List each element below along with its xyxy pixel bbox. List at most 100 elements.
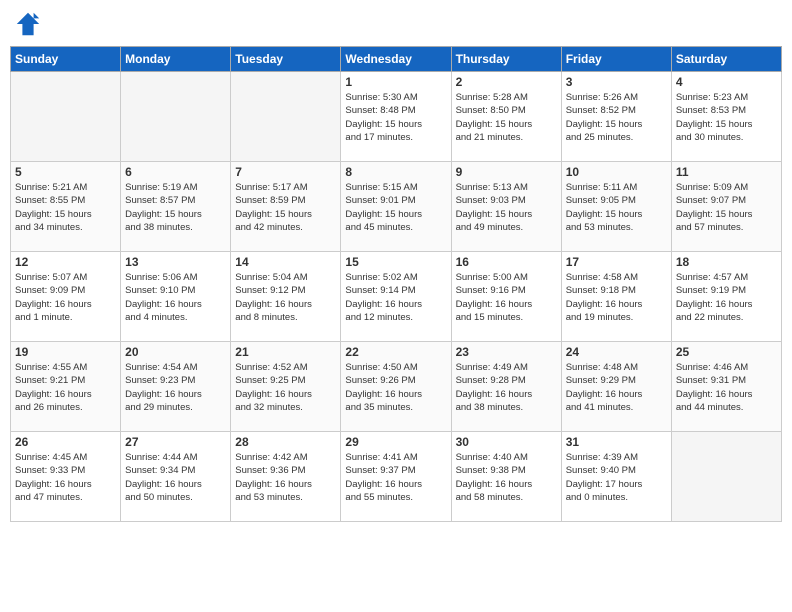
day-info: Sunrise: 5:09 AM Sunset: 9:07 PM Dayligh… xyxy=(676,181,777,234)
day-info: Sunrise: 5:06 AM Sunset: 9:10 PM Dayligh… xyxy=(125,271,226,324)
day-number: 1 xyxy=(345,75,446,89)
calendar-cell xyxy=(121,72,231,162)
calendar-cell: 21Sunrise: 4:52 AM Sunset: 9:25 PM Dayli… xyxy=(231,342,341,432)
day-info: Sunrise: 4:40 AM Sunset: 9:38 PM Dayligh… xyxy=(456,451,557,504)
day-info: Sunrise: 4:52 AM Sunset: 9:25 PM Dayligh… xyxy=(235,361,336,414)
logo-icon xyxy=(14,10,42,38)
day-info: Sunrise: 5:02 AM Sunset: 9:14 PM Dayligh… xyxy=(345,271,446,324)
day-number: 11 xyxy=(676,165,777,179)
day-header-tuesday: Tuesday xyxy=(231,47,341,72)
day-number: 13 xyxy=(125,255,226,269)
calendar-cell: 3Sunrise: 5:26 AM Sunset: 8:52 PM Daylig… xyxy=(561,72,671,162)
calendar-cell: 8 Sunrise: 5:15 AM Sunset: 9:01 PM Daylig… xyxy=(341,162,451,252)
page-header xyxy=(10,10,782,38)
calendar-cell: 30Sunrise: 4:40 AM Sunset: 9:38 PM Dayli… xyxy=(451,432,561,522)
day-number: 29 xyxy=(345,435,446,449)
day-info: Sunrise: 4:55 AM Sunset: 9:21 PM Dayligh… xyxy=(15,361,116,414)
day-number: 5 xyxy=(15,165,116,179)
calendar-cell: 6Sunrise: 5:19 AM Sunset: 8:57 PM Daylig… xyxy=(121,162,231,252)
day-header-thursday: Thursday xyxy=(451,47,561,72)
day-number: 19 xyxy=(15,345,116,359)
calendar-cell: 25 Sunrise: 4:46 AM Sunset: 9:31 PM Dayli… xyxy=(671,342,781,432)
day-number: 23 xyxy=(456,345,557,359)
day-number: 10 xyxy=(566,165,667,179)
day-info: Sunrise: 5:23 AM Sunset: 8:53 PM Dayligh… xyxy=(676,91,777,144)
day-number: 16 xyxy=(456,255,557,269)
day-info: Sunrise: 4:45 AM Sunset: 9:33 PM Dayligh… xyxy=(15,451,116,504)
day-number: 2 xyxy=(456,75,557,89)
calendar-cell: 31 Sunrise: 4:39 AM Sunset: 9:40 PM Dayli… xyxy=(561,432,671,522)
day-number: 20 xyxy=(125,345,226,359)
calendar-table: SundayMondayTuesdayWednesdayThursdayFrid… xyxy=(10,46,782,522)
day-info: Sunrise: 5:11 AM Sunset: 9:05 PM Dayligh… xyxy=(566,181,667,234)
day-number: 24 xyxy=(566,345,667,359)
day-header-friday: Friday xyxy=(561,47,671,72)
calendar-cell: 19 Sunrise: 4:55 AM Sunset: 9:21 PM Dayli… xyxy=(11,342,121,432)
calendar-cell: 13 Sunrise: 5:06 AM Sunset: 9:10 PM Dayli… xyxy=(121,252,231,342)
calendar-cell: 15 Sunrise: 5:02 AM Sunset: 9:14 PM Dayli… xyxy=(341,252,451,342)
day-number: 9 xyxy=(456,165,557,179)
day-number: 12 xyxy=(15,255,116,269)
day-info: Sunrise: 4:42 AM Sunset: 9:36 PM Dayligh… xyxy=(235,451,336,504)
calendar-cell: 28 Sunrise: 4:42 AM Sunset: 9:36 PM Dayli… xyxy=(231,432,341,522)
day-number: 28 xyxy=(235,435,336,449)
calendar-cell: 1Sunrise: 5:30 AM Sunset: 8:48 PM Daylig… xyxy=(341,72,451,162)
calendar-cell: 11 Sunrise: 5:09 AM Sunset: 9:07 PM Dayli… xyxy=(671,162,781,252)
calendar-cell: 27Sunrise: 4:44 AM Sunset: 9:34 PM Dayli… xyxy=(121,432,231,522)
calendar-cell: 12Sunrise: 5:07 AM Sunset: 9:09 PM Dayli… xyxy=(11,252,121,342)
day-header-wednesday: Wednesday xyxy=(341,47,451,72)
day-info: Sunrise: 4:54 AM Sunset: 9:23 PM Dayligh… xyxy=(125,361,226,414)
calendar-cell xyxy=(671,432,781,522)
calendar-cell: 2 Sunrise: 5:28 AM Sunset: 8:50 PM Daylig… xyxy=(451,72,561,162)
calendar-cell: 29 Sunrise: 4:41 AM Sunset: 9:37 PM Dayli… xyxy=(341,432,451,522)
day-info: Sunrise: 4:48 AM Sunset: 9:29 PM Dayligh… xyxy=(566,361,667,414)
day-info: Sunrise: 5:19 AM Sunset: 8:57 PM Dayligh… xyxy=(125,181,226,234)
calendar-cell: 10 Sunrise: 5:11 AM Sunset: 9:05 PM Dayli… xyxy=(561,162,671,252)
calendar-cell: 23 Sunrise: 4:49 AM Sunset: 9:28 PM Dayli… xyxy=(451,342,561,432)
day-number: 27 xyxy=(125,435,226,449)
day-info: Sunrise: 4:46 AM Sunset: 9:31 PM Dayligh… xyxy=(676,361,777,414)
day-info: Sunrise: 4:39 AM Sunset: 9:40 PM Dayligh… xyxy=(566,451,667,504)
day-number: 14 xyxy=(235,255,336,269)
day-info: Sunrise: 5:04 AM Sunset: 9:12 PM Dayligh… xyxy=(235,271,336,324)
calendar-cell: 18 Sunrise: 4:57 AM Sunset: 9:19 PM Dayli… xyxy=(671,252,781,342)
day-info: Sunrise: 5:26 AM Sunset: 8:52 PM Dayligh… xyxy=(566,91,667,144)
day-info: Sunrise: 4:49 AM Sunset: 9:28 PM Dayligh… xyxy=(456,361,557,414)
day-header-saturday: Saturday xyxy=(671,47,781,72)
day-info: Sunrise: 4:58 AM Sunset: 9:18 PM Dayligh… xyxy=(566,271,667,324)
day-number: 4 xyxy=(676,75,777,89)
day-info: Sunrise: 5:13 AM Sunset: 9:03 PM Dayligh… xyxy=(456,181,557,234)
calendar-cell: 5 Sunrise: 5:21 AM Sunset: 8:55 PM Daylig… xyxy=(11,162,121,252)
calendar-cell: 26 Sunrise: 4:45 AM Sunset: 9:33 PM Dayli… xyxy=(11,432,121,522)
calendar-cell: 9 Sunrise: 5:13 AM Sunset: 9:03 PM Daylig… xyxy=(451,162,561,252)
calendar-cell: 14 Sunrise: 5:04 AM Sunset: 9:12 PM Dayli… xyxy=(231,252,341,342)
calendar-cell: 17 Sunrise: 4:58 AM Sunset: 9:18 PM Dayli… xyxy=(561,252,671,342)
calendar-header-row: SundayMondayTuesdayWednesdayThursdayFrid… xyxy=(11,47,782,72)
day-number: 31 xyxy=(566,435,667,449)
day-number: 18 xyxy=(676,255,777,269)
day-info: Sunrise: 5:21 AM Sunset: 8:55 PM Dayligh… xyxy=(15,181,116,234)
day-header-monday: Monday xyxy=(121,47,231,72)
calendar-cell xyxy=(11,72,121,162)
calendar-week-row: 26 Sunrise: 4:45 AM Sunset: 9:33 PM Dayli… xyxy=(11,432,782,522)
day-info: Sunrise: 5:28 AM Sunset: 8:50 PM Dayligh… xyxy=(456,91,557,144)
calendar-week-row: 19 Sunrise: 4:55 AM Sunset: 9:21 PM Dayli… xyxy=(11,342,782,432)
day-number: 17 xyxy=(566,255,667,269)
day-number: 8 xyxy=(345,165,446,179)
day-info: Sunrise: 5:17 AM Sunset: 8:59 PM Dayligh… xyxy=(235,181,336,234)
day-number: 26 xyxy=(15,435,116,449)
day-info: Sunrise: 5:15 AM Sunset: 9:01 PM Dayligh… xyxy=(345,181,446,234)
calendar-cell: 24 Sunrise: 4:48 AM Sunset: 9:29 PM Dayli… xyxy=(561,342,671,432)
day-header-sunday: Sunday xyxy=(11,47,121,72)
day-number: 25 xyxy=(676,345,777,359)
day-number: 15 xyxy=(345,255,446,269)
day-number: 7 xyxy=(235,165,336,179)
calendar-cell: 7 Sunrise: 5:17 AM Sunset: 8:59 PM Daylig… xyxy=(231,162,341,252)
calendar-week-row: 1Sunrise: 5:30 AM Sunset: 8:48 PM Daylig… xyxy=(11,72,782,162)
calendar-week-row: 12Sunrise: 5:07 AM Sunset: 9:09 PM Dayli… xyxy=(11,252,782,342)
day-info: Sunrise: 4:57 AM Sunset: 9:19 PM Dayligh… xyxy=(676,271,777,324)
calendar-cell: 16Sunrise: 5:00 AM Sunset: 9:16 PM Dayli… xyxy=(451,252,561,342)
logo xyxy=(14,10,46,38)
day-info: Sunrise: 4:41 AM Sunset: 9:37 PM Dayligh… xyxy=(345,451,446,504)
day-number: 22 xyxy=(345,345,446,359)
